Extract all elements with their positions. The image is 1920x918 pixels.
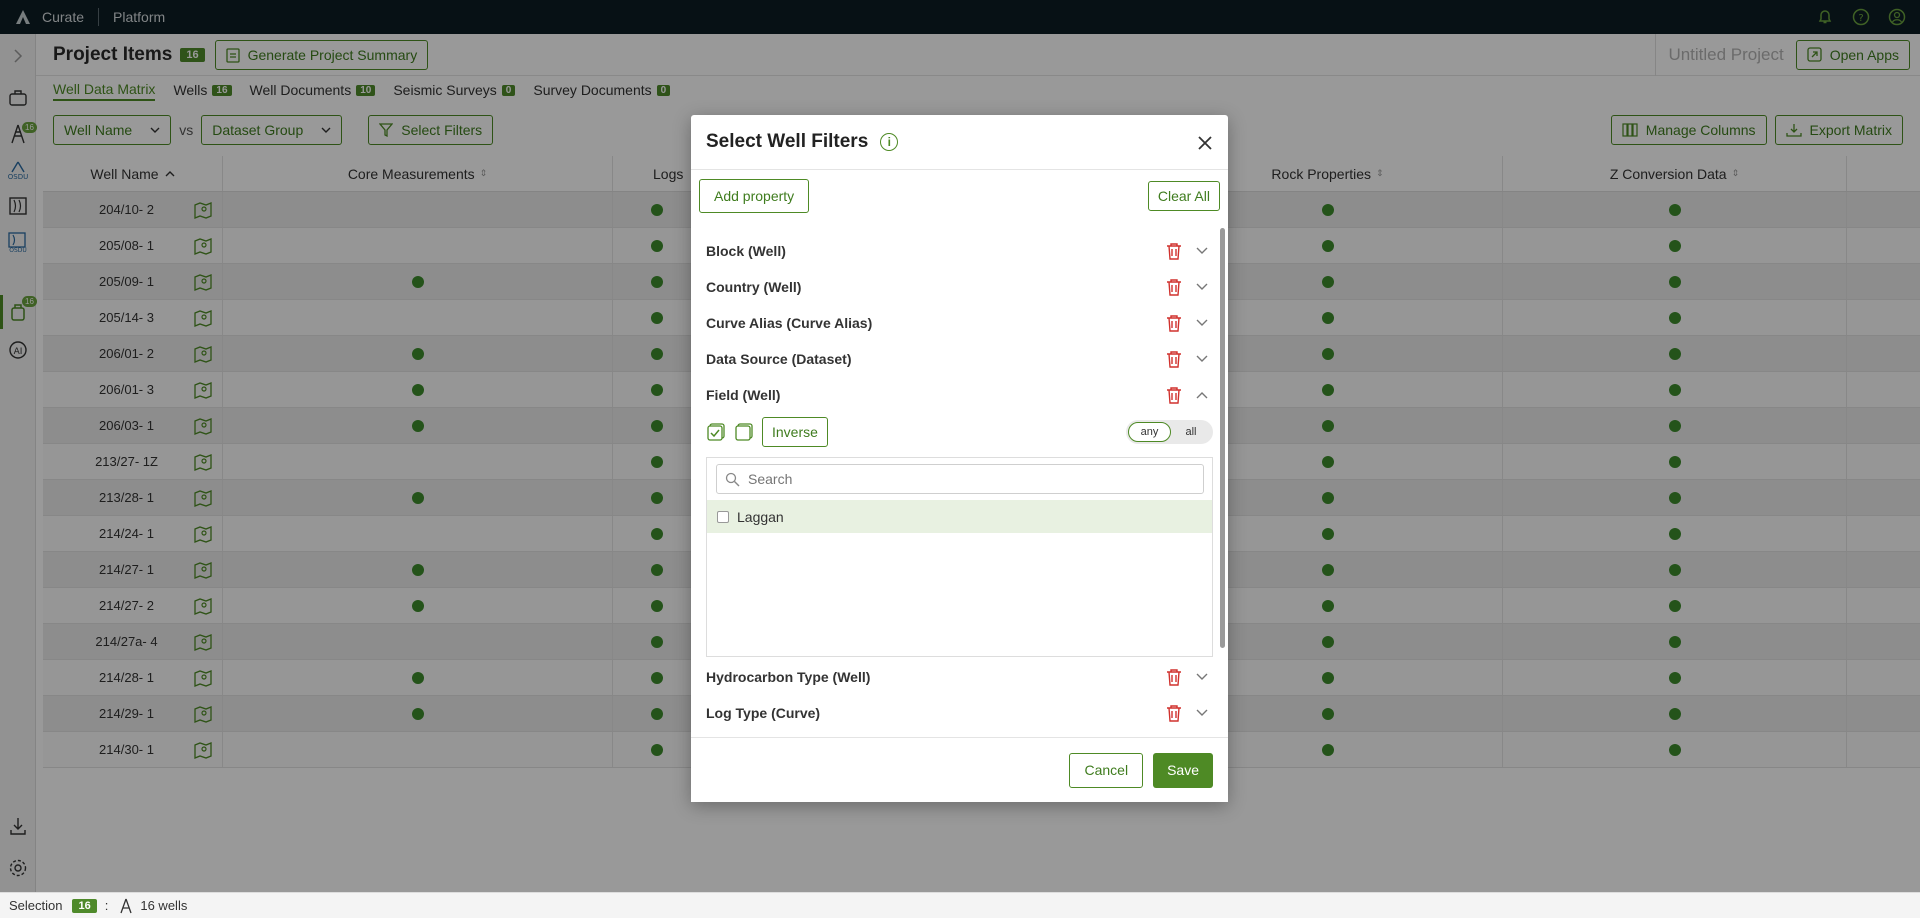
deselect-all-checkbox-icon[interactable] (734, 422, 754, 442)
property-row-expanded[interactable]: Field (Well) (691, 377, 1228, 413)
property-label: Hydrocarbon Type (Well) (706, 669, 871, 685)
select-well-filters-dialog: Select Well Filters i Add property Clear… (691, 115, 1228, 802)
property-row[interactable]: Block (Well) (691, 233, 1228, 269)
option-checkbox[interactable] (717, 510, 729, 523)
property-row[interactable]: Hydrocarbon Type (Well) (691, 659, 1228, 695)
option-row-laggan[interactable]: Laggan (707, 500, 1212, 533)
property-label: Data Source (Dataset) (706, 351, 852, 367)
trash-icon[interactable] (1163, 384, 1185, 406)
option-label: Laggan (737, 508, 784, 525)
property-label: Country (Well) (706, 279, 802, 295)
property-row[interactable]: Data Source (Dataset) (691, 341, 1228, 377)
filter-properties-list: Block (Well) Country (Well) Curve Alias … (691, 222, 1228, 742)
chevron-down-icon[interactable] (1191, 348, 1213, 370)
toggle-any[interactable]: any (1128, 422, 1171, 442)
select-all-checkbox-icon[interactable] (706, 422, 726, 442)
property-row[interactable]: Country (Well) (691, 269, 1228, 305)
status-bar: Selection 16 : 16 wells (0, 892, 1920, 918)
selection-wells-text[interactable]: 16 wells (140, 898, 187, 913)
chevron-down-icon[interactable] (1191, 666, 1213, 688)
save-button[interactable]: Save (1153, 752, 1213, 788)
property-label: Block (Well) (706, 243, 786, 259)
toggle-all[interactable]: all (1171, 426, 1211, 438)
chevron-down-icon[interactable] (1191, 312, 1213, 334)
well-rig-icon (120, 898, 132, 913)
selection-count-badge: 16 (72, 898, 97, 913)
any-all-toggle[interactable]: any all (1126, 420, 1213, 444)
dialog-scrollbar[interactable] (1220, 228, 1225, 648)
close-icon[interactable] (1197, 129, 1213, 155)
trash-icon[interactable] (1163, 240, 1185, 262)
trash-icon[interactable] (1163, 312, 1185, 334)
selection-label: Selection (9, 898, 63, 913)
search-input[interactable] (748, 471, 1195, 487)
property-label: Curve Alias (Curve Alias) (706, 315, 873, 331)
property-row[interactable]: Curve Alias (Curve Alias) (691, 305, 1228, 341)
trash-icon[interactable] (1163, 666, 1185, 688)
trash-icon[interactable] (1163, 702, 1185, 724)
dialog-title: Select Well Filters (706, 131, 869, 152)
clear-all-button[interactable]: Clear All (1147, 181, 1220, 211)
chevron-up-icon[interactable] (1191, 384, 1213, 406)
trash-icon[interactable] (1163, 348, 1185, 370)
info-icon[interactable]: i (880, 133, 899, 151)
search-icon (725, 472, 740, 486)
cancel-button[interactable]: Cancel (1069, 752, 1144, 788)
options-search[interactable] (716, 464, 1204, 494)
chevron-down-icon[interactable] (1191, 240, 1213, 262)
inverse-button[interactable]: Inverse (762, 417, 828, 447)
trash-icon[interactable] (1163, 276, 1185, 298)
status-colon: : (104, 898, 109, 913)
property-row[interactable]: Log Type (Curve) (691, 695, 1228, 731)
field-options-box: Laggan (706, 457, 1213, 657)
property-label: Log Type (Curve) (706, 705, 821, 721)
property-label: Field (Well) (706, 387, 781, 403)
chevron-down-icon[interactable] (1191, 276, 1213, 298)
chevron-down-icon[interactable] (1191, 702, 1213, 724)
add-property-button[interactable]: Add property (699, 179, 810, 213)
